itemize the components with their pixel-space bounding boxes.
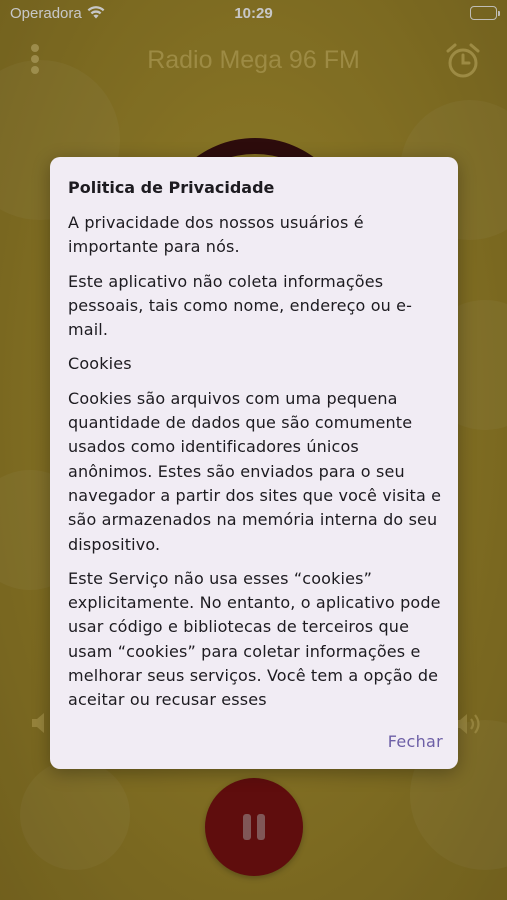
dialog-paragraph: A privacidade dos nossos usuários é impo… (68, 213, 364, 257)
dialog-paragraph: Este Serviço não usa esses “cookies” exp… (68, 568, 441, 710)
dialog-paragraph: Este aplicativo não coleta informações p… (68, 271, 413, 340)
dialog-paragraph: Cookies são arquivos com uma pequena qua… (68, 388, 442, 554)
privacy-policy-dialog: Politica de Privacidade A privacidade do… (50, 157, 458, 769)
dialog-content[interactable]: A privacidade dos nossos usuários é impo… (68, 211, 443, 711)
close-button[interactable]: Fechar (388, 732, 443, 751)
dialog-paragraph: Cookies (68, 354, 132, 374)
dialog-title: Politica de Privacidade (68, 178, 275, 197)
